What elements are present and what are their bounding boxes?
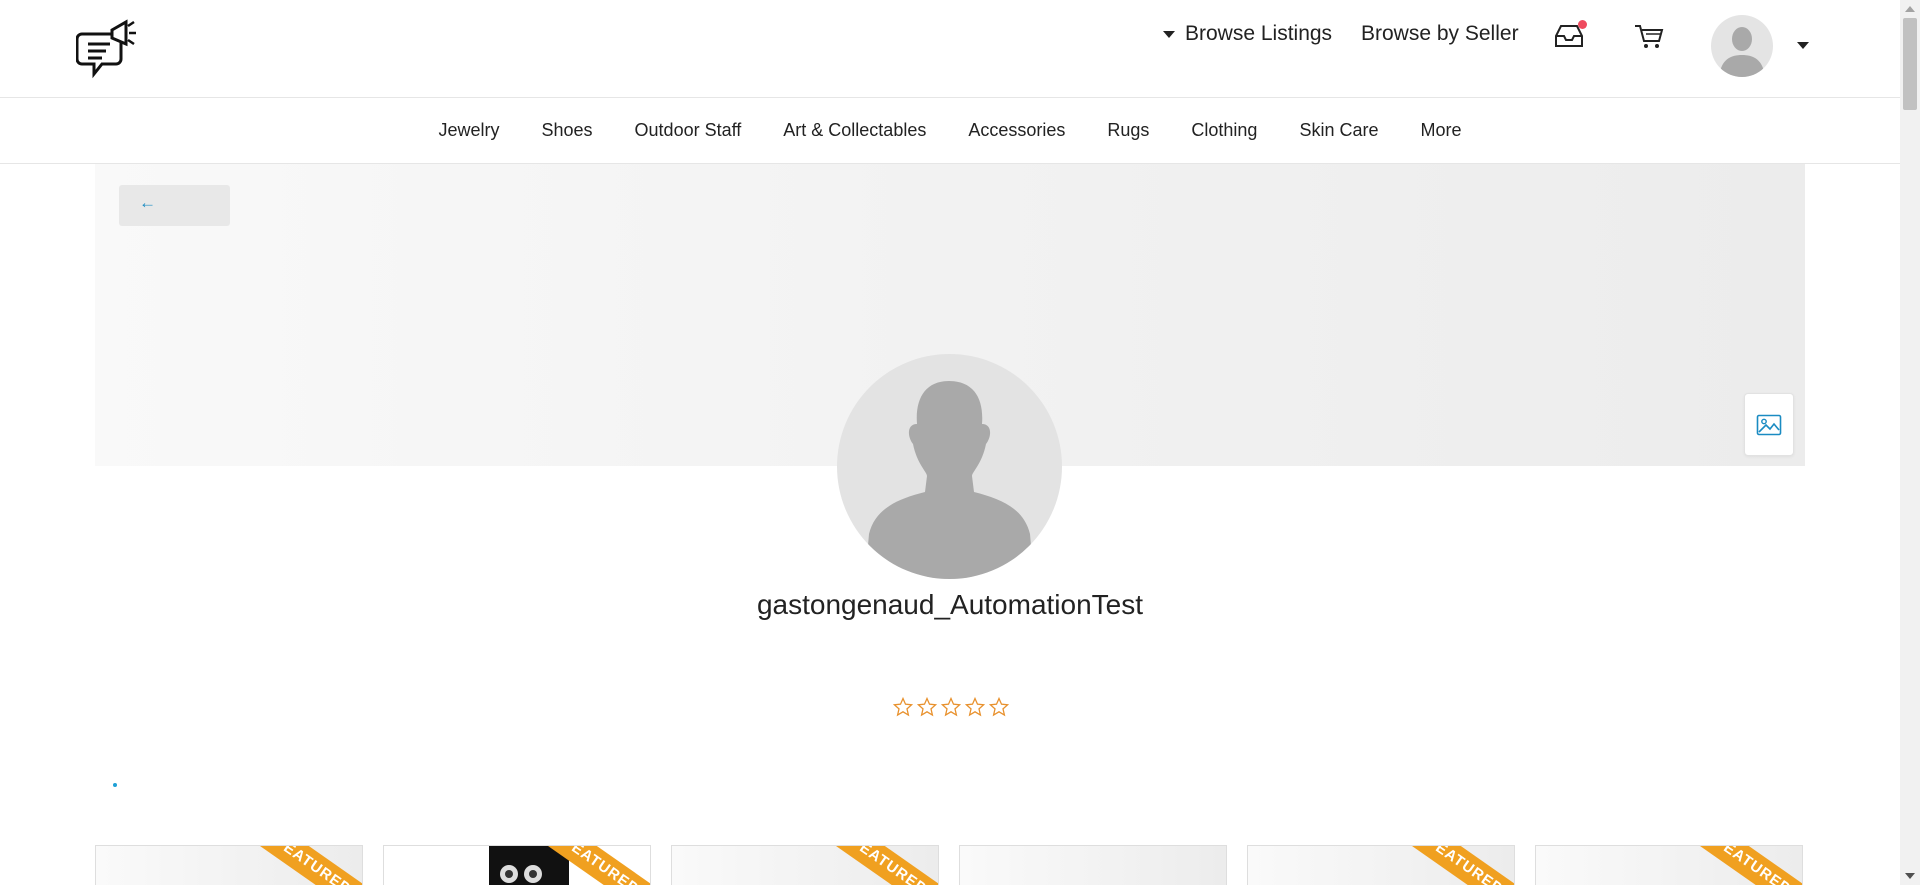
user-silhouette-icon [1719, 27, 1765, 77]
featured-ribbon: FEATURED [819, 846, 938, 885]
profile-avatar[interactable] [837, 354, 1062, 579]
arrow-left-icon: ← [139, 193, 156, 212]
logo-icon[interactable] [75, 16, 138, 82]
chevron-down-icon [1163, 30, 1175, 38]
notification-dot [1578, 20, 1587, 29]
featured-ribbon: FEATURED [1395, 846, 1514, 885]
category-nav: Jewelry Shoes Outdoor Staff Art & Collec… [0, 98, 1900, 164]
category-rugs[interactable]: Rugs [1107, 120, 1149, 141]
listing-card[interactable] [959, 845, 1227, 885]
category-outdoor-staff[interactable]: Outdoor Staff [635, 120, 742, 141]
listing-card[interactable]: FEATURED [1535, 845, 1803, 885]
listing-card[interactable]: FEATURED [383, 845, 651, 885]
back-button[interactable]: ← [119, 185, 230, 226]
cart-button[interactable] [1634, 24, 1664, 50]
chevron-down-icon[interactable] [1797, 42, 1809, 49]
profile-username: gastongenaud_AutomationTest [756, 589, 1144, 620]
inbox-button[interactable] [1553, 20, 1587, 48]
scrollbar-thumb[interactable] [1903, 18, 1917, 110]
category-art-collectables[interactable]: Art & Collectables [783, 120, 926, 141]
category-shoes[interactable]: Shoes [542, 120, 593, 141]
top-navbar: Browse Listings Browse by Seller [0, 0, 1900, 98]
category-accessories[interactable]: Accessories [968, 120, 1065, 141]
category-skin-care[interactable]: Skin Care [1299, 120, 1378, 141]
user-silhouette-icon [865, 381, 1034, 579]
listing-card[interactable]: FEATURED [671, 845, 939, 885]
avatar[interactable] [1711, 15, 1773, 77]
scroll-down-icon[interactable] [1905, 873, 1915, 879]
listing-card[interactable]: FEATURED [95, 845, 363, 885]
browse-by-seller-label: Browse by Seller [1361, 22, 1519, 45]
star-icon[interactable] [941, 697, 961, 717]
page-scrollbar[interactable] [1900, 0, 1920, 885]
star-icon[interactable] [893, 697, 913, 717]
image-icon [1756, 414, 1782, 435]
star-icon[interactable] [917, 697, 937, 717]
listing-card[interactable]: FEATURED [1247, 845, 1515, 885]
featured-ribbon: FEATURED [243, 846, 362, 885]
star-icon[interactable] [989, 697, 1009, 717]
category-more[interactable]: More [1420, 120, 1461, 141]
featured-ribbon: FEATURED [1683, 846, 1802, 885]
rating-stars [893, 697, 1009, 717]
category-clothing[interactable]: Clothing [1191, 120, 1257, 141]
cart-icon [1635, 25, 1664, 48]
loading-indicator [113, 783, 117, 787]
browse-by-seller-link[interactable]: Browse by Seller [1361, 22, 1519, 46]
star-icon[interactable] [965, 697, 985, 717]
category-jewelry[interactable]: Jewelry [438, 120, 499, 141]
browse-listings-link[interactable]: Browse Listings [1163, 22, 1332, 46]
change-cover-button[interactable] [1744, 393, 1794, 456]
scroll-up-icon[interactable] [1905, 6, 1915, 12]
browse-listings-label: Browse Listings [1185, 22, 1333, 45]
